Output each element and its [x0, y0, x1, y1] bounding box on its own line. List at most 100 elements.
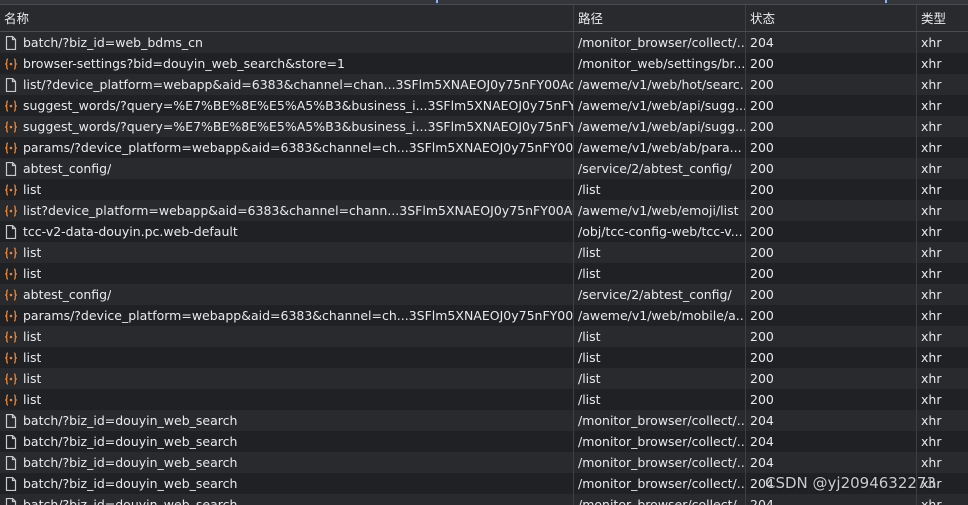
- cell-status: 204: [746, 431, 917, 452]
- table-row[interactable]: browser-settings?bid=douyin_web_search&s…: [0, 53, 968, 74]
- cell-name[interactable]: batch/?biz_id=douyin_web_search: [0, 473, 574, 494]
- request-name: browser-settings?bid=douyin_web_search&s…: [23, 56, 345, 71]
- cell-type: xhr: [921, 98, 942, 113]
- request-name: list: [23, 350, 42, 365]
- cell-type: xhr: [921, 245, 942, 260]
- cell-type: xhr: [921, 266, 942, 281]
- cell-type: xhr: [921, 350, 942, 365]
- cell-name[interactable]: browser-settings?bid=douyin_web_search&s…: [0, 53, 574, 74]
- document-icon: [4, 77, 18, 92]
- table-row[interactable]: list/list 200 xhr: [0, 326, 968, 347]
- document-icon: [4, 434, 18, 449]
- cell-name[interactable]: list: [0, 326, 574, 347]
- cell-status: 200: [746, 326, 917, 347]
- table-row[interactable]: tcc-v2-data-douyin.pc.web-default/obj/tc…: [0, 221, 968, 242]
- watermark: CSDN @yj2094632273: [765, 474, 937, 492]
- cell-path: /service/2/abtest_config/: [574, 284, 746, 305]
- request-name: batch/?biz_id=douyin_web_search: [23, 434, 238, 449]
- table-row[interactable]: suggest_words/?query=%E7%BE%8E%E5%A5%B3&…: [0, 95, 968, 116]
- cell-path: /monitor_browser/collect/...: [574, 431, 746, 452]
- request-name: params/?device_platform=webapp&aid=6383&…: [23, 308, 573, 323]
- table-row[interactable]: params/?device_platform=webapp&aid=6383&…: [0, 137, 968, 158]
- document-icon: [4, 476, 18, 491]
- cell-path: /list: [574, 326, 746, 347]
- cell-name[interactable]: list: [0, 347, 574, 368]
- cell-name[interactable]: batch/?biz_id=douyin_web_search: [0, 431, 574, 452]
- cell-name[interactable]: tcc-v2-data-douyin.pc.web-default: [0, 221, 574, 242]
- table-row[interactable]: suggest_words/?query=%E7%BE%8E%E5%A5%B3&…: [0, 116, 968, 137]
- document-icon: [4, 35, 18, 50]
- table-row[interactable]: list/list 200 xhr: [0, 389, 968, 410]
- table-row[interactable]: list/list 200 xhr: [0, 347, 968, 368]
- table-row[interactable]: list/list 200 xhr: [0, 179, 968, 200]
- table-row[interactable]: list/list 200 xhr: [0, 242, 968, 263]
- cell-name[interactable]: params/?device_platform=webapp&aid=6383&…: [0, 305, 574, 326]
- cell-status: 200: [746, 221, 917, 242]
- cell-name[interactable]: list: [0, 242, 574, 263]
- table-row[interactable]: batch/?biz_id=web_bdms_cn/monitor_browse…: [0, 32, 968, 53]
- cell-path: /list: [574, 368, 746, 389]
- cell-type: xhr: [921, 413, 942, 428]
- request-name: batch/?biz_id=web_bdms_cn: [23, 35, 203, 50]
- cell-name[interactable]: suggest_words/?query=%E7%BE%8E%E5%A5%B3&…: [0, 95, 574, 116]
- table-row[interactable]: abtest_config/ /service/2/abtest_config/2…: [0, 284, 968, 305]
- cell-name[interactable]: list: [0, 263, 574, 284]
- column-header-status[interactable]: 状态: [746, 5, 917, 31]
- cell-name[interactable]: abtest_config/: [0, 284, 574, 305]
- cell-name[interactable]: list: [0, 389, 574, 410]
- request-name: batch/?biz_id=douyin_web_search: [23, 413, 238, 428]
- cell-path: /monitor_browser/collect/...: [574, 410, 746, 431]
- cell-name[interactable]: list?device_platform=webapp&aid=6383&cha…: [0, 200, 574, 221]
- request-name: tcc-v2-data-douyin.pc.web-default: [23, 224, 238, 239]
- cell-name[interactable]: list/?device_platform=webapp&aid=6383&ch…: [0, 74, 574, 95]
- cell-name[interactable]: list: [0, 179, 574, 200]
- table-row[interactable]: list/?device_platform=webapp&aid=6383&ch…: [0, 74, 968, 95]
- cell-path: /aweme/v1/web/emoji/list: [574, 200, 746, 221]
- document-icon: [4, 497, 18, 505]
- table-row[interactable]: params/?device_platform=webapp&aid=6383&…: [0, 305, 968, 326]
- cell-path: /monitor_browser/collect/...: [574, 452, 746, 473]
- document-icon: [4, 413, 18, 428]
- table-row[interactable]: list/list 200 xhr: [0, 263, 968, 284]
- request-name: batch/?biz_id=douyin_web_search: [23, 476, 238, 491]
- cell-type: xhr: [921, 308, 942, 323]
- cell-name[interactable]: abtest_config/: [0, 158, 574, 179]
- cell-type: xhr: [921, 140, 942, 155]
- cell-path: /obj/tcc-config-web/tcc-v...: [574, 221, 746, 242]
- cell-status: 200: [746, 137, 917, 158]
- table-row[interactable]: batch/?biz_id=douyin_web_search/monitor_…: [0, 410, 968, 431]
- cell-status: 200: [746, 368, 917, 389]
- cell-path: /list: [574, 389, 746, 410]
- request-name: list?device_platform=webapp&aid=6383&cha…: [23, 203, 573, 218]
- cell-status: 204: [746, 452, 917, 473]
- cell-status: 200: [746, 347, 917, 368]
- cell-path: /list: [574, 263, 746, 284]
- cell-status: 200: [746, 74, 917, 95]
- script-icon: [4, 246, 18, 260]
- table-row[interactable]: abtest_config/ /service/2/abtest_config/2…: [0, 158, 968, 179]
- script-icon: [4, 267, 18, 281]
- cell-name[interactable]: batch/?biz_id=douyin_web_search: [0, 452, 574, 473]
- cell-name[interactable]: batch/?biz_id=douyin_web_search: [0, 410, 574, 431]
- cell-name[interactable]: list: [0, 368, 574, 389]
- cell-status: 200: [746, 389, 917, 410]
- table-row[interactable]: batch/?biz_id=douyin_web_search/monitor_…: [0, 431, 968, 452]
- request-name: batch/?biz_id=douyin_web_search: [23, 497, 238, 505]
- column-header-name[interactable]: 名称: [0, 5, 574, 31]
- cell-name[interactable]: suggest_words/?query=%E7%BE%8E%E5%A5%B3&…: [0, 116, 574, 137]
- cell-type: xhr: [921, 161, 942, 176]
- cell-path: /aweme/v1/web/mobile/a...: [574, 305, 746, 326]
- table-row[interactable]: batch/?biz_id=douyin_web_search/monitor_…: [0, 452, 968, 473]
- column-header-type[interactable]: 类型: [917, 5, 968, 31]
- column-header-path[interactable]: 路径: [574, 5, 746, 31]
- table-row[interactable]: batch/?biz_id=douyin_web_search/monitor_…: [0, 494, 968, 505]
- cell-name[interactable]: params/?device_platform=webapp&aid=6383&…: [0, 137, 574, 158]
- request-name: abtest_config/: [23, 287, 112, 302]
- cell-name[interactable]: batch/?biz_id=douyin_web_search: [0, 494, 574, 505]
- table-row[interactable]: list/list 200 xhr: [0, 368, 968, 389]
- cell-path: /aweme/v1/web/api/sugg...: [574, 95, 746, 116]
- script-icon: [4, 309, 18, 323]
- table-row[interactable]: list?device_platform=webapp&aid=6383&cha…: [0, 200, 968, 221]
- cell-name[interactable]: batch/?biz_id=web_bdms_cn: [0, 32, 574, 53]
- cell-type: xhr: [921, 497, 942, 505]
